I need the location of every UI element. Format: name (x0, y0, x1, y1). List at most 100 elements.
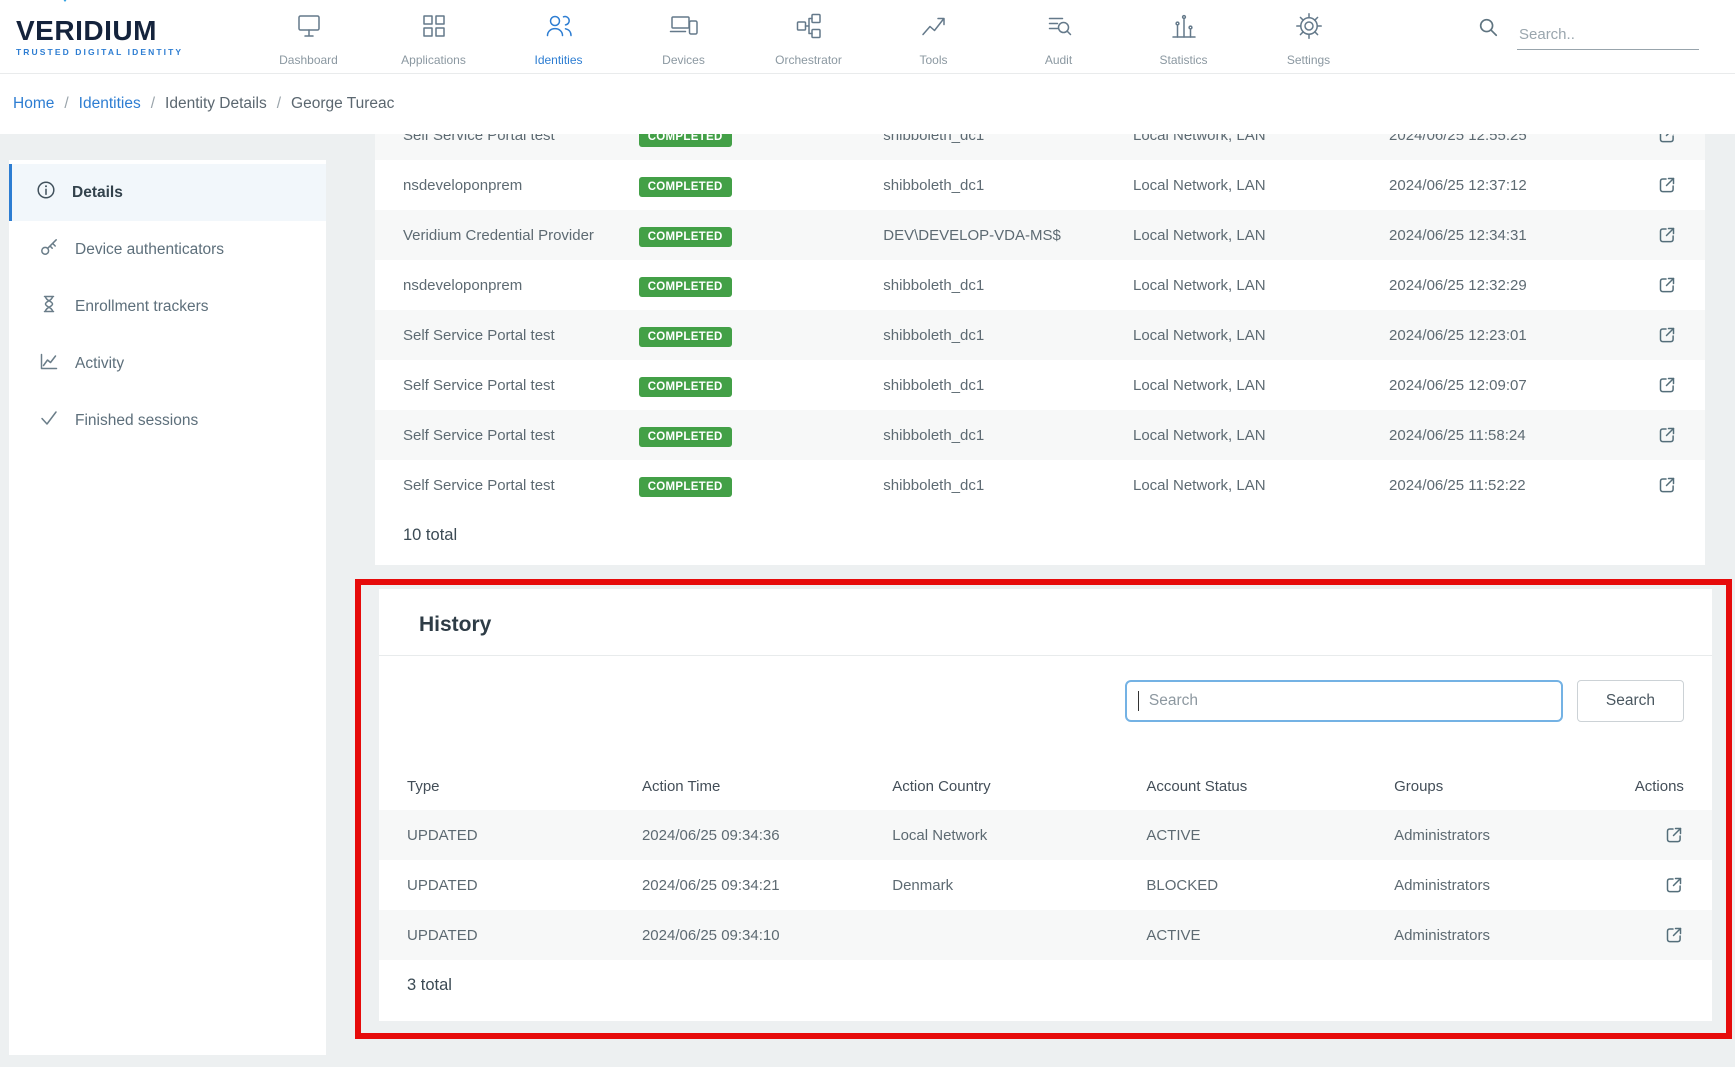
history-table-header: Type Action Time Action Country Account … (379, 762, 1712, 810)
history-groups-cell: Administrators (1394, 927, 1635, 944)
logo-i-accent (60, 0, 70, 2)
session-row: nsdeveloponprem COMPLETED shibboleth_dc1… (375, 160, 1705, 210)
sidebar-item-finished-sessions[interactable]: Finished sessions (9, 392, 326, 449)
nav-item-orchestrator[interactable]: Orchestrator (746, 7, 871, 67)
status-badge: COMPLETED (639, 427, 732, 447)
breadcrumb-current-user: George Tureac (291, 95, 394, 113)
session-details-icon[interactable] (1657, 175, 1677, 195)
session-details-icon[interactable] (1657, 375, 1677, 395)
history-title: History (419, 613, 491, 636)
session-location-cell: Local Network, LAN (1133, 327, 1389, 344)
column-header-groups: Groups (1394, 778, 1635, 795)
session-time-cell: 2024/06/25 12:37:12 (1389, 177, 1630, 194)
history-details-icon[interactable] (1664, 925, 1684, 945)
session-details-icon[interactable] (1657, 275, 1677, 295)
history-details-icon[interactable] (1664, 825, 1684, 845)
session-location-cell: Local Network, LAN (1133, 227, 1389, 244)
session-row: Self Service Portal test COMPLETED shibb… (375, 410, 1705, 460)
activity-chart-icon (39, 351, 59, 376)
session-row: Self Service Portal test COMPLETED shibb… (375, 134, 1705, 160)
brand-tagline: TRUSTED DIGITAL IDENTITY (16, 47, 216, 57)
history-row: UPDATED 2024/06/25 09:34:21 Denmark BLOC… (379, 860, 1712, 910)
breadcrumb: Home / Identities / Identity Details / G… (0, 74, 1735, 134)
sidebar-item-device-authenticators[interactable]: Device authenticators (9, 221, 326, 278)
history-row: UPDATED 2024/06/25 09:34:10 ACTIVE Admin… (379, 910, 1712, 960)
audit-icon (1044, 11, 1074, 46)
sessions-total: 10 total (375, 510, 1705, 565)
tools-icon (919, 11, 949, 46)
top-navigation-bar: VERIDIUM TRUSTED DIGITAL IDENTITY Dashbo… (0, 0, 1735, 74)
sidebar-item-activity[interactable]: Activity (9, 335, 326, 392)
breadcrumb-separator: / (151, 95, 155, 113)
session-device-cell: shibboleth_dc1 (883, 377, 1133, 394)
brand-name: VERIDIUM (16, 17, 216, 45)
nav-item-tools[interactable]: Tools (871, 7, 996, 67)
history-status-cell: ACTIVE (1146, 927, 1394, 944)
search-icon (1477, 16, 1499, 50)
info-icon (36, 180, 56, 205)
history-time-cell: 2024/06/25 09:34:36 (642, 827, 892, 844)
history-search-button[interactable]: Search (1577, 680, 1684, 722)
session-location-cell: Local Network, LAN (1133, 377, 1389, 394)
history-search-box (1125, 680, 1563, 722)
nav-item-applications[interactable]: Applications (371, 7, 496, 67)
column-header-type: Type (407, 778, 642, 795)
history-details-icon[interactable] (1664, 875, 1684, 895)
nav-item-statistics[interactable]: Statistics (1121, 7, 1246, 67)
session-details-icon[interactable] (1657, 325, 1677, 345)
key-icon (39, 237, 59, 262)
status-badge: COMPLETED (639, 177, 732, 197)
history-status-cell: BLOCKED (1146, 877, 1394, 894)
breadcrumb-separator: / (277, 95, 281, 113)
history-time-cell: 2024/06/25 09:34:21 (642, 877, 892, 894)
history-search-input[interactable] (1125, 680, 1563, 722)
session-name-cell: Self Service Portal test (403, 477, 639, 494)
session-device-cell: shibboleth_dc1 (883, 277, 1133, 294)
session-location-cell: Local Network, LAN (1133, 277, 1389, 294)
session-details-icon[interactable] (1657, 425, 1677, 445)
check-icon (39, 408, 59, 433)
breadcrumb-home[interactable]: Home (13, 95, 54, 113)
session-name-cell: nsdeveloponprem (403, 277, 639, 294)
status-badge: COMPLETED (639, 227, 732, 247)
session-row: Self Service Portal test COMPLETED shibb… (375, 310, 1705, 360)
session-device-cell: DEV\DEVELOP-VDA-MS$ (883, 227, 1133, 244)
session-time-cell: 2024/06/25 11:52:22 (1389, 477, 1630, 494)
history-type-cell: UPDATED (407, 927, 642, 944)
nav-item-settings[interactable]: Settings (1246, 7, 1371, 67)
red-annotation-box: History Search Type Action Time (355, 579, 1732, 1039)
history-type-cell: UPDATED (407, 877, 642, 894)
veridium-admin-screen: VERIDIUM TRUSTED DIGITAL IDENTITY Dashbo… (0, 0, 1735, 1067)
nav-item-devices[interactable]: Devices (621, 7, 746, 67)
history-country-cell: Local Network (892, 827, 1146, 844)
breadcrumb-identities[interactable]: Identities (79, 95, 141, 113)
history-table: Type Action Time Action Country Account … (379, 762, 1712, 960)
breadcrumb-separator: / (64, 95, 68, 113)
veridium-logo[interactable]: VERIDIUM TRUSTED DIGITAL IDENTITY (16, 17, 216, 57)
session-name-cell: Self Service Portal test (403, 427, 639, 444)
session-device-cell: shibboleth_dc1 (883, 327, 1133, 344)
sidebar-item-enrollment-trackers[interactable]: Enrollment trackers (9, 278, 326, 335)
sessions-table-card: Self Service Portal test COMPLETED shibb… (375, 134, 1705, 565)
devices-icon (669, 11, 699, 46)
history-total: 3 total (379, 960, 1712, 1015)
session-name-cell: nsdeveloponprem (403, 177, 639, 194)
history-groups-cell: Administrators (1394, 877, 1635, 894)
nav-item-audit[interactable]: Audit (996, 7, 1121, 67)
nav-item-dashboard[interactable]: Dashboard (246, 7, 371, 67)
history-card: History Search Type Action Time (379, 589, 1712, 1021)
session-details-icon[interactable] (1657, 225, 1677, 245)
global-search-input[interactable] (1517, 20, 1699, 50)
session-row: nsdeveloponprem COMPLETED shibboleth_dc1… (375, 260, 1705, 310)
nav-item-identities[interactable]: Identities (496, 7, 621, 67)
session-details-icon[interactable] (1657, 475, 1677, 495)
session-row: Self Service Portal test COMPLETED shibb… (375, 360, 1705, 410)
orchestrator-icon (794, 11, 824, 46)
status-badge: COMPLETED (639, 377, 732, 397)
sessions-table: Self Service Portal test COMPLETED shibb… (375, 134, 1705, 510)
history-type-cell: UPDATED (407, 827, 642, 844)
session-details-icon[interactable] (1657, 134, 1677, 145)
session-name-cell: Self Service Portal test (403, 377, 639, 394)
session-device-cell: shibboleth_dc1 (883, 477, 1133, 494)
sidebar-item-details[interactable]: Details (9, 164, 326, 221)
